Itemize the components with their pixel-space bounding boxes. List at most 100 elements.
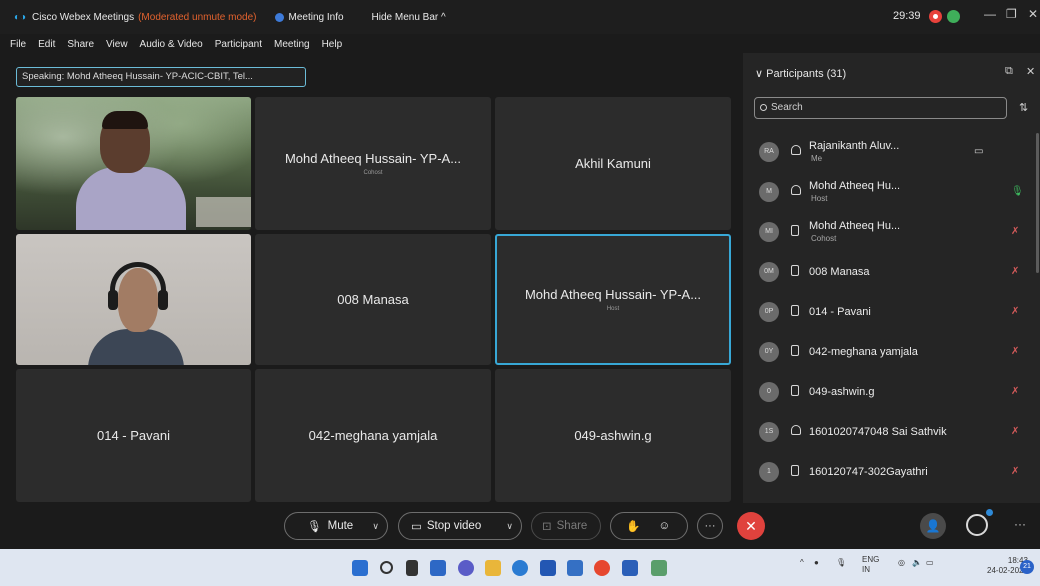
participant-name: Mohd Atheeq Hu...	[809, 220, 901, 232]
participant-row[interactable]: 0P 014 - Pavani ✗	[743, 293, 1040, 333]
language-indicator[interactable]: ENG IN	[862, 555, 879, 575]
webex-taskbar-icon[interactable]	[651, 560, 667, 576]
participant-row[interactable]: RA Rajanikanth Aluv... Me ▭	[743, 133, 1040, 173]
unmute-mode-label: (Moderated unmute mode)	[138, 11, 257, 23]
microphone-muted-icon[interactable]: ✗	[1011, 306, 1019, 317]
video-tile-7[interactable]: 014 - Pavani	[16, 369, 251, 502]
tray-app-icon[interactable]: ●	[814, 558, 819, 567]
wifi-icon[interactable]: ◎	[898, 558, 905, 567]
video-tile-4[interactable]	[16, 234, 251, 365]
menu-edit[interactable]: Edit	[38, 39, 55, 50]
video-tile-1[interactable]	[16, 97, 251, 230]
task-view-icon[interactable]	[406, 560, 418, 576]
recording-icon[interactable]	[929, 10, 942, 23]
menu-help[interactable]: Help	[322, 39, 343, 50]
menu-share[interactable]: Share	[67, 39, 94, 50]
active-speaker-banner: Speaking: Mohd Atheeq Hussain- YP-ACIC-C…	[16, 67, 306, 87]
panel-more-icon[interactable]: ···	[1014, 517, 1026, 531]
video-tile-8[interactable]: 042-meghana yamjala	[255, 369, 491, 502]
chevron-down-icon[interactable]: ∨	[372, 521, 379, 532]
share-label: Share	[556, 520, 588, 532]
microphone-muted-icon[interactable]: ✗	[1011, 226, 1019, 237]
stop-video-label: Stop video	[426, 520, 482, 532]
sort-icon[interactable]: ⇅	[1019, 101, 1028, 114]
microphone-muted-icon[interactable]: ✗	[1011, 426, 1019, 437]
edge-icon[interactable]	[512, 560, 528, 576]
participant-video-body	[88, 329, 184, 365]
participant-role: Cohost	[811, 234, 837, 243]
search-placeholder: Search	[771, 102, 803, 113]
chat-icon[interactable]	[966, 514, 988, 536]
menu-file[interactable]: File	[10, 39, 26, 50]
microphone-on-icon[interactable]: 🎙	[1011, 186, 1024, 197]
search-input[interactable]: Search	[754, 97, 1007, 119]
camera-icon[interactable]: ▭	[974, 146, 983, 157]
battery-icon[interactable]: ▭	[926, 558, 934, 567]
avatar: 0P	[759, 302, 779, 322]
microphone-muted-icon[interactable]: ✗	[1011, 346, 1019, 357]
participant-row[interactable]: 0M 008 Manasa ✗	[743, 253, 1040, 293]
restore-icon[interactable]: ❐	[1006, 7, 1017, 21]
menu-view[interactable]: View	[106, 39, 128, 50]
tile-name: Mohd Atheeq Hussain- YP-A...	[524, 287, 702, 302]
volume-icon[interactable]: 🔈	[912, 558, 922, 567]
participant-row[interactable]: 1S 1601020747048 Sai Sathvik ✗	[743, 413, 1040, 453]
menu-meeting[interactable]: Meeting	[274, 39, 310, 50]
video-tile-5[interactable]: 008 Manasa	[255, 234, 491, 365]
participants-toggle-icon[interactable]: 👤	[920, 513, 946, 539]
chrome-icon[interactable]	[594, 560, 610, 576]
avatar: 1	[759, 462, 779, 482]
participant-name: 160120747-302Gayathri	[809, 466, 928, 478]
participants-header[interactable]: ∨ Participants (31)	[755, 67, 846, 80]
menu-audio-video[interactable]: Audio & Video	[140, 39, 203, 50]
widgets-icon[interactable]	[430, 560, 446, 576]
tray-chevron-icon[interactable]: ^	[800, 558, 804, 567]
mute-button[interactable]: 🎙 Mute ∨	[284, 512, 388, 540]
device-icon	[791, 265, 799, 276]
meeting-info-button[interactable]: Meeting Info	[289, 12, 344, 23]
video-tile-9[interactable]: 049-ashwin.g	[495, 369, 731, 502]
notification-badge[interactable]: 21	[1020, 560, 1034, 574]
microphone-muted-icon[interactable]: ✗	[1011, 266, 1019, 277]
chat-notification-dot	[986, 509, 993, 516]
reactions-icon[interactable]: ☺	[658, 520, 670, 532]
participant-role: Host	[811, 194, 828, 203]
taskbar-search-icon[interactable]	[380, 561, 393, 574]
stop-video-button[interactable]: ▭ Stop video ∨	[398, 512, 522, 540]
minimize-icon[interactable]: —	[984, 7, 996, 21]
participant-row[interactable]: M Mohd Atheeq Hu... Host 🎙	[743, 173, 1040, 213]
raise-hand-icon[interactable]: ✋	[626, 519, 640, 533]
close-panel-icon[interactable]: ✕	[1026, 65, 1035, 78]
menu-participant[interactable]: Participant	[215, 39, 262, 50]
video-icon: ▭	[411, 521, 422, 533]
device-icon	[791, 465, 799, 476]
word-icon[interactable]	[622, 560, 638, 576]
participant-row[interactable]: 0 049-ashwin.g ✗	[743, 373, 1040, 413]
video-background-fence	[196, 197, 251, 227]
share-button[interactable]: ⊡ Share	[531, 512, 601, 540]
microphone-muted-icon[interactable]: ✗	[1011, 386, 1019, 397]
file-explorer-icon[interactable]	[485, 560, 501, 576]
video-tile-2[interactable]: Mohd Atheeq Hussain- YP-A... Cohost	[255, 97, 491, 230]
participants-panel: ∨ Participants (31) ⧉ ✕ Search ⇅ RA Raja…	[743, 53, 1040, 503]
outlook-icon[interactable]	[567, 560, 583, 576]
store-icon[interactable]	[540, 560, 556, 576]
hide-menu-bar-button[interactable]: Hide Menu Bar ^	[372, 12, 446, 23]
close-icon[interactable]: ✕	[1028, 7, 1038, 21]
start-icon[interactable]	[352, 560, 368, 576]
tile-role: Cohost	[363, 170, 383, 176]
meeting-info-icon[interactable]	[274, 12, 284, 22]
popout-icon[interactable]: ⧉	[1005, 65, 1013, 78]
more-options-icon[interactable]: ···	[697, 513, 723, 539]
network-status-icon[interactable]	[947, 10, 960, 23]
chat-app-icon[interactable]	[458, 560, 474, 576]
participant-row[interactable]: MI Mohd Atheeq Hu... Cohost ✗	[743, 213, 1040, 253]
video-tile-6[interactable]: Mohd Atheeq Hussain- YP-A... Host	[495, 234, 731, 365]
participant-row[interactable]: 0Y 042-meghana yamjala ✗	[743, 333, 1040, 373]
participant-row[interactable]: 1 160120747-302Gayathri ✗	[743, 453, 1040, 493]
end-meeting-button[interactable]: ✕	[737, 512, 765, 540]
video-tile-3[interactable]: Akhil Kamuni	[495, 97, 731, 230]
microphone-muted-icon[interactable]: ✗	[1011, 466, 1019, 477]
chevron-down-icon[interactable]: ∨	[506, 521, 513, 532]
tray-mic-icon[interactable]: 🎙	[836, 558, 846, 567]
